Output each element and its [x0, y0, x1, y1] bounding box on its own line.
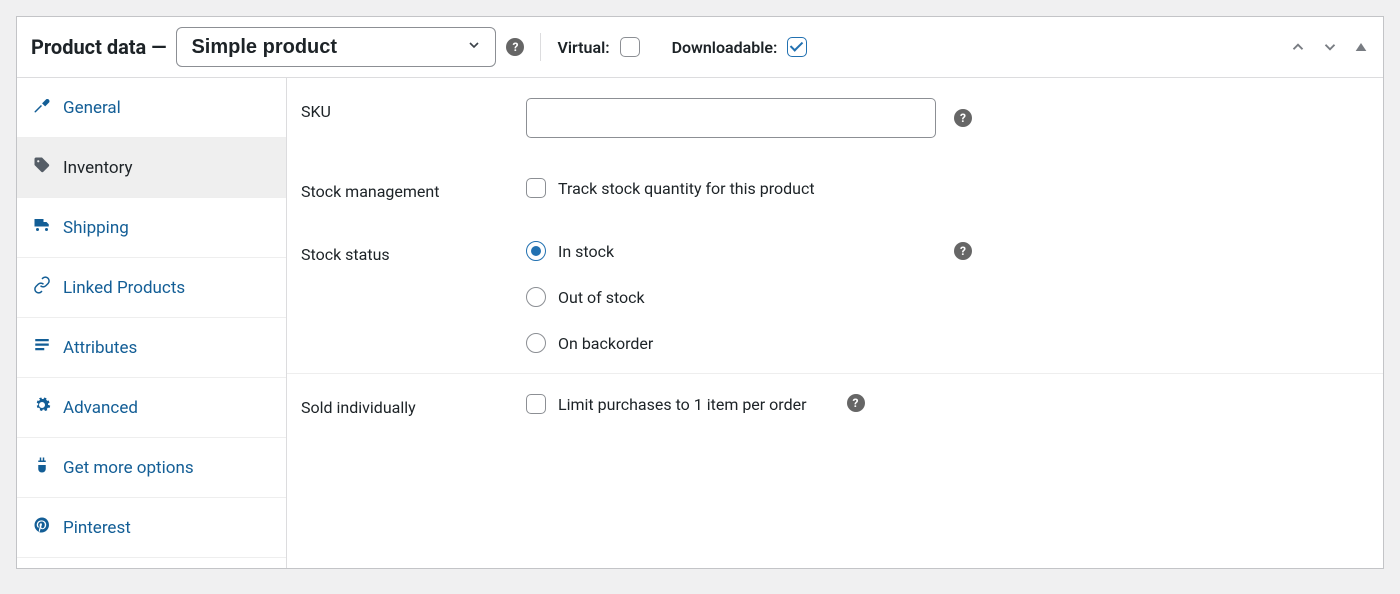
plug-icon	[33, 456, 51, 479]
stock-management-row: Stock management Track stock quantity fo…	[287, 158, 1383, 221]
tab-inventory[interactable]: Inventory	[17, 138, 286, 198]
panel-title: Product data —	[31, 35, 166, 59]
stock-status-on-backorder-radio[interactable]	[526, 333, 546, 353]
panel-body: General Inventory Shipping Linked Produc…	[17, 78, 1383, 568]
panel-controls	[1289, 38, 1369, 56]
tab-label: Pinterest	[63, 518, 131, 538]
downloadable-checkbox[interactable]	[787, 37, 807, 57]
sold-individually-label: Sold individually	[301, 394, 526, 417]
stock-management-checkbox[interactable]	[526, 178, 546, 198]
tab-pinterest[interactable]: Pinterest	[17, 498, 286, 558]
link-icon	[33, 276, 51, 299]
sku-label: SKU	[301, 98, 526, 121]
tag-icon	[33, 156, 51, 179]
panel-tabs: General Inventory Shipping Linked Produc…	[17, 78, 287, 568]
tab-linked-products[interactable]: Linked Products	[17, 258, 286, 318]
product-type-select[interactable]: Simple product	[176, 27, 496, 67]
product-data-panel: Product data — Simple product ? Virtual:…	[16, 16, 1384, 569]
tab-label: Advanced	[63, 398, 138, 418]
wrench-icon	[33, 96, 51, 119]
stock-status-out-of-stock-radio[interactable]	[526, 287, 546, 307]
stock-status-label: Stock status	[301, 241, 526, 264]
sku-input[interactable]	[526, 98, 936, 138]
product-type-select-wrap: Simple product	[176, 27, 496, 67]
sold-individually-checkbox[interactable]	[526, 394, 546, 414]
tab-get-more-options[interactable]: Get more options	[17, 438, 286, 498]
help-icon[interactable]: ?	[954, 109, 972, 127]
tab-attributes[interactable]: Attributes	[17, 318, 286, 378]
truck-icon	[33, 216, 51, 239]
tab-general[interactable]: General	[17, 78, 286, 138]
tab-content: SKU ? Stock management Track stock quant…	[287, 78, 1383, 568]
stock-management-label: Stock management	[301, 178, 526, 201]
sku-row: SKU ?	[287, 78, 1383, 158]
help-icon[interactable]: ?	[847, 394, 865, 412]
sold-individually-row: Sold individually Limit purchases to 1 i…	[287, 374, 1383, 437]
tab-label: General	[63, 98, 121, 118]
stock-management-option-label: Track stock quantity for this product	[558, 179, 815, 198]
downloadable-label: Downloadable:	[672, 38, 778, 57]
radio-label: Out of stock	[558, 288, 645, 307]
virtual-label: Virtual:	[557, 38, 609, 57]
tab-advanced[interactable]: Advanced	[17, 378, 286, 438]
pinterest-icon	[33, 516, 51, 539]
move-down-icon[interactable]	[1321, 38, 1339, 56]
list-icon	[33, 336, 51, 359]
tab-shipping[interactable]: Shipping	[17, 198, 286, 258]
stock-status-in-stock-radio[interactable]	[526, 241, 546, 261]
tab-label: Inventory	[63, 158, 133, 178]
gear-icon	[33, 396, 51, 419]
sold-individually-option-label: Limit purchases to 1 item per order	[558, 395, 807, 414]
radio-label: On backorder	[558, 334, 653, 353]
stock-status-row: Stock status In stock Out of stock	[287, 221, 1383, 374]
separator	[540, 33, 541, 61]
help-icon[interactable]: ?	[954, 242, 972, 260]
tab-label: Get more options	[63, 458, 194, 478]
tab-label: Linked Products	[63, 278, 185, 298]
virtual-checkbox[interactable]	[620, 37, 640, 57]
toggle-panel-icon[interactable]	[1353, 39, 1369, 55]
panel-header: Product data — Simple product ? Virtual:…	[17, 17, 1383, 78]
move-up-icon[interactable]	[1289, 38, 1307, 56]
tab-label: Attributes	[63, 338, 137, 358]
tab-label: Shipping	[63, 218, 129, 238]
help-icon[interactable]: ?	[506, 38, 524, 56]
radio-label: In stock	[558, 242, 614, 261]
